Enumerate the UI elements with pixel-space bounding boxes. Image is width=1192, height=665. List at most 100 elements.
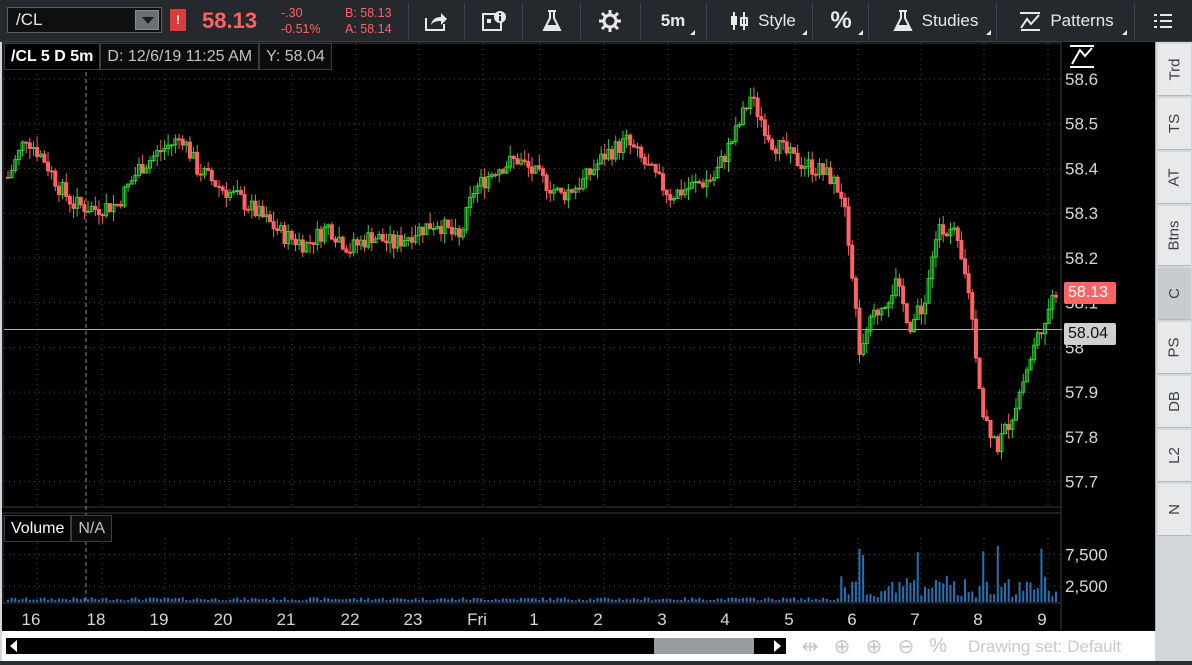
candle-body bbox=[588, 168, 593, 175]
price-chart[interactable]: 16 18 19 20 21 22 23 Fri 1 2 3 4 5 6 7 8 958.658.558.458… bbox=[2, 42, 1155, 631]
volume-bar bbox=[301, 600, 304, 602]
chart-info-icon bbox=[482, 11, 506, 31]
scroll-right-icon[interactable] bbox=[774, 640, 781, 652]
volume-bar bbox=[487, 599, 490, 602]
candle-body bbox=[289, 230, 294, 240]
volume-bar bbox=[880, 591, 883, 602]
volume-bar bbox=[654, 599, 657, 602]
volume-bar bbox=[509, 598, 512, 602]
candle-body bbox=[282, 225, 287, 245]
side-tab-label: AT bbox=[1166, 168, 1183, 187]
volume-bar bbox=[822, 597, 825, 602]
chart-area[interactable]: 16 18 19 20 21 22 23 Fri 1 2 3 4 5 6 7 8 9 58.6 58.5 58.4 58… bbox=[2, 42, 1155, 631]
menu-button[interactable] bbox=[1146, 6, 1180, 36]
volume-bar bbox=[814, 598, 817, 602]
percent-button[interactable]: % bbox=[818, 6, 864, 36]
side-tab-btns[interactable]: Btns bbox=[1158, 206, 1191, 266]
volume-bar bbox=[440, 598, 443, 602]
volume-axis-tick-label: 7,500 bbox=[1065, 546, 1108, 565]
candle-body bbox=[639, 146, 644, 158]
side-tab-db[interactable]: DB bbox=[1158, 376, 1191, 428]
price-axis-tick-label: 57.9 bbox=[1065, 383, 1098, 402]
candle-body bbox=[195, 151, 200, 175]
volume-bar bbox=[261, 599, 264, 602]
scrollbar-thumb[interactable] bbox=[654, 638, 754, 654]
side-tab-c[interactable]: C bbox=[1158, 268, 1191, 320]
volume-bar bbox=[873, 596, 876, 602]
volume-bar bbox=[752, 597, 755, 602]
style-label: Style bbox=[758, 11, 796, 30]
candle-body bbox=[530, 166, 534, 174]
symbol-dropdown-button[interactable] bbox=[135, 10, 159, 30]
volume-bar bbox=[418, 600, 421, 602]
volume-bar bbox=[232, 598, 235, 602]
side-tab-at[interactable]: AT bbox=[1158, 152, 1191, 204]
side-tab-label: C bbox=[1166, 288, 1183, 299]
volume-bar bbox=[1033, 589, 1036, 602]
scroll-left-icon[interactable] bbox=[10, 640, 17, 652]
volume-bar bbox=[1022, 590, 1025, 602]
toolbar-separator bbox=[522, 3, 523, 39]
candle-body bbox=[318, 228, 323, 242]
volume-bar bbox=[862, 554, 865, 602]
volume-bar bbox=[800, 598, 803, 602]
settings-button[interactable] bbox=[592, 6, 628, 36]
percent-scale-icon[interactable]: % bbox=[926, 635, 950, 658]
zoom-in-icon[interactable]: ⊕ bbox=[862, 634, 886, 659]
toolbar-separator bbox=[580, 3, 581, 39]
flask-button[interactable] bbox=[534, 6, 570, 36]
volume-value: N/A bbox=[71, 515, 113, 542]
symbol-selector[interactable]: /CL bbox=[7, 7, 162, 33]
side-tab-trd[interactable]: Trd bbox=[1158, 44, 1191, 96]
candle-body bbox=[839, 191, 844, 199]
volume-bar bbox=[971, 591, 974, 602]
candle-body bbox=[409, 237, 414, 243]
volume-bar bbox=[94, 598, 97, 602]
interval-button[interactable]: 5m bbox=[650, 6, 696, 36]
candle-body bbox=[115, 203, 120, 206]
side-tab-n[interactable]: N bbox=[1158, 484, 1191, 536]
side-tab-label: TS bbox=[1165, 113, 1183, 134]
alert-flag-icon[interactable]: ! bbox=[170, 9, 186, 31]
volume-bar bbox=[134, 597, 137, 602]
volume-bar bbox=[640, 599, 643, 602]
side-tab-ps[interactable]: PS bbox=[1158, 322, 1191, 374]
volume-bar bbox=[421, 597, 424, 602]
share-button[interactable] bbox=[418, 6, 454, 36]
volume-bar bbox=[913, 580, 916, 602]
candle-body bbox=[908, 322, 913, 333]
side-tab-l2[interactable]: L2 bbox=[1158, 430, 1191, 482]
drawing-set-label[interactable]: Drawing set: Default bbox=[968, 637, 1121, 657]
volume-bar bbox=[112, 599, 115, 602]
style-button[interactable]: Style bbox=[716, 6, 808, 36]
side-tab-ts[interactable]: TS bbox=[1158, 98, 1191, 150]
toolbar-separator bbox=[996, 3, 997, 39]
patterns-label: Patterns bbox=[1050, 11, 1114, 30]
volume-bar bbox=[68, 600, 71, 602]
patterns-button[interactable]: Patterns bbox=[1004, 6, 1128, 36]
volume-bar bbox=[414, 598, 417, 602]
expand-horizontal-icon[interactable]: ⇹ bbox=[798, 634, 822, 659]
candle-body bbox=[78, 196, 83, 206]
volume-bar bbox=[694, 599, 697, 602]
volume-bar bbox=[763, 598, 766, 602]
volume-bar bbox=[43, 597, 46, 602]
info-button[interactable] bbox=[476, 6, 512, 36]
volume-bar bbox=[359, 597, 362, 602]
volume-title: Volume bbox=[4, 515, 72, 542]
volume-bar bbox=[989, 594, 992, 602]
candle-body bbox=[559, 187, 564, 193]
volume-bar bbox=[385, 600, 388, 602]
volume-bar bbox=[243, 597, 246, 602]
candle-body bbox=[431, 228, 436, 231]
volume-bar bbox=[571, 599, 574, 602]
volume-bar bbox=[309, 597, 312, 602]
candle-body bbox=[977, 357, 982, 390]
candle-body bbox=[493, 174, 498, 177]
bid-ask-block: B: 58.13 A: 58.14 bbox=[345, 5, 392, 37]
volume-bar bbox=[618, 598, 621, 602]
crosshair-icon[interactable]: ⊕ bbox=[830, 634, 854, 659]
volume-bar bbox=[21, 598, 24, 602]
zoom-out-icon[interactable]: ⊖ bbox=[894, 634, 918, 659]
studies-button[interactable]: Studies bbox=[878, 6, 992, 36]
